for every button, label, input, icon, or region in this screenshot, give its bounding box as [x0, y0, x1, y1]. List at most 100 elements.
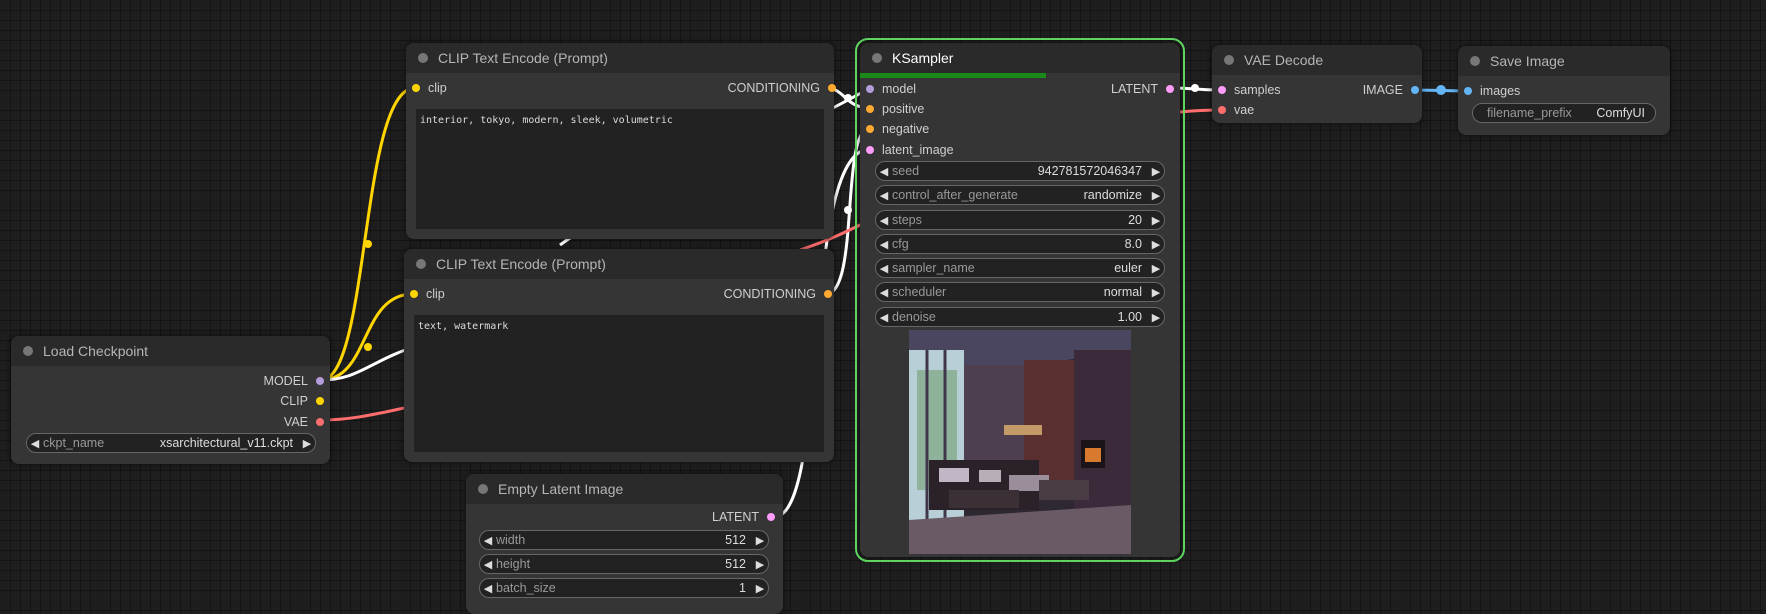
collapse-dot-icon[interactable]: [478, 484, 488, 494]
decrement-arrow-icon[interactable]: ◀: [876, 238, 892, 251]
interior-preview-picture: [909, 330, 1131, 554]
output-dot-icon[interactable]: [316, 418, 324, 426]
node-title-bar[interactable]: CLIP Text Encode (Prompt): [406, 43, 834, 73]
decrement-arrow-icon[interactable]: ◀: [876, 165, 892, 178]
output-dot-icon[interactable]: [316, 397, 324, 405]
filename-prefix-widget[interactable]: filename_prefix ComfyUI: [1472, 103, 1656, 123]
output-dot-icon[interactable]: [316, 377, 324, 385]
ksampler-node[interactable]: KSampler model positive negative latent_…: [855, 38, 1185, 562]
decrement-arrow-icon[interactable]: ◀: [876, 311, 892, 324]
input-dot-icon[interactable]: [410, 290, 418, 298]
node-title-bar[interactable]: Empty Latent Image: [466, 474, 783, 504]
output-dot-icon[interactable]: [767, 513, 775, 521]
empty-latent-image-node[interactable]: Empty Latent Image LATENT ◀ width 512 ▶ …: [466, 474, 783, 614]
increment-arrow-icon[interactable]: ▶: [1148, 214, 1164, 227]
denoise-widget[interactable]: ◀ denoise 1.00 ▶: [875, 307, 1165, 327]
output-dot-icon[interactable]: [824, 290, 832, 298]
decrement-arrow-icon[interactable]: ◀: [876, 189, 892, 202]
node-title: KSampler: [892, 50, 954, 66]
increment-arrow-icon[interactable]: ▶: [1148, 189, 1164, 202]
widget-label: denoise: [892, 310, 936, 324]
collapse-dot-icon[interactable]: [416, 259, 426, 269]
latent-image-input-slot[interactable]: latent_image: [866, 142, 954, 158]
samples-input-slot[interactable]: samples: [1218, 82, 1281, 98]
width-widget[interactable]: ◀ width 512 ▶: [479, 530, 769, 550]
decrement-arrow-icon[interactable]: ◀: [480, 534, 496, 547]
clip-text-encode-positive-node[interactable]: CLIP Text Encode (Prompt) clip CONDITION…: [406, 43, 836, 239]
node-title-bar[interactable]: Load Checkpoint: [11, 336, 330, 366]
widget-value: 512: [725, 533, 746, 547]
height-widget[interactable]: ◀ height 512 ▶: [479, 554, 769, 574]
node-title-bar[interactable]: CLIP Text Encode (Prompt): [404, 249, 834, 279]
increment-arrow-icon[interactable]: ▶: [1148, 238, 1164, 251]
decrement-arrow-icon[interactable]: ◀: [876, 262, 892, 275]
decrement-arrow-icon[interactable]: ◀: [480, 582, 496, 595]
increment-arrow-icon[interactable]: ▶: [1148, 286, 1164, 299]
steps-widget[interactable]: ◀ steps 20 ▶: [875, 210, 1165, 230]
node-title-bar[interactable]: KSampler: [860, 43, 1180, 73]
images-input-slot[interactable]: images: [1464, 83, 1520, 99]
conditioning-output-slot[interactable]: CONDITIONING: [728, 80, 836, 96]
control-after-generate-widget[interactable]: ◀ control_after_generate randomize ▶: [875, 185, 1165, 205]
input-dot-icon[interactable]: [1218, 106, 1226, 114]
vae-input-slot[interactable]: vae: [1218, 102, 1254, 118]
ckpt-name-widget[interactable]: ◀ ckpt_name xsarchitectural_v11.ckpt ▶: [26, 433, 316, 453]
input-dot-icon[interactable]: [866, 146, 874, 154]
load-checkpoint-node[interactable]: Load Checkpoint MODEL CLIP VAE ◀ ckpt_na…: [11, 336, 330, 464]
input-dot-icon[interactable]: [866, 105, 874, 113]
latent-output-slot[interactable]: LATENT: [712, 509, 775, 525]
increment-arrow-icon[interactable]: ▶: [1148, 262, 1164, 275]
decrement-arrow-icon[interactable]: ◀: [876, 286, 892, 299]
sampler-name-widget[interactable]: ◀ sampler_name euler ▶: [875, 258, 1165, 278]
prompt-textarea[interactable]: [414, 315, 824, 452]
decrement-arrow-icon[interactable]: ◀: [27, 437, 43, 450]
input-dot-icon[interactable]: [866, 85, 874, 93]
conditioning-output-slot[interactable]: CONDITIONING: [724, 286, 832, 302]
collapse-dot-icon[interactable]: [1224, 55, 1234, 65]
clip-input-slot[interactable]: clip: [412, 80, 447, 96]
image-output-slot[interactable]: IMAGE: [1363, 82, 1419, 98]
node-title-bar[interactable]: VAE Decode: [1212, 45, 1422, 75]
output-dot-icon[interactable]: [1166, 85, 1174, 93]
collapse-dot-icon[interactable]: [23, 346, 33, 356]
collapse-dot-icon[interactable]: [872, 53, 882, 63]
node-title: Empty Latent Image: [498, 481, 624, 497]
prompt-textarea[interactable]: [416, 109, 824, 229]
increment-arrow-icon[interactable]: ▶: [752, 534, 768, 547]
output-dot-icon[interactable]: [1411, 86, 1419, 94]
increment-arrow-icon[interactable]: ▶: [752, 582, 768, 595]
model-output-slot[interactable]: MODEL: [264, 373, 324, 389]
negative-input-slot[interactable]: negative: [866, 121, 929, 137]
clip-text-encode-negative-node[interactable]: CLIP Text Encode (Prompt) clip CONDITION…: [404, 249, 834, 462]
input-dot-icon[interactable]: [412, 84, 420, 92]
decrement-arrow-icon[interactable]: ◀: [876, 214, 892, 227]
progress-bar: [860, 73, 1170, 78]
increment-arrow-icon[interactable]: ▶: [1148, 165, 1164, 178]
input-dot-icon[interactable]: [866, 125, 874, 133]
increment-arrow-icon[interactable]: ▶: [1148, 311, 1164, 324]
vae-decode-node[interactable]: VAE Decode samples vae IMAGE: [1212, 45, 1422, 123]
slot-label: LATENT: [712, 510, 759, 524]
scheduler-widget[interactable]: ◀ scheduler normal ▶: [875, 282, 1165, 302]
batch-size-widget[interactable]: ◀ batch_size 1 ▶: [479, 578, 769, 598]
increment-arrow-icon[interactable]: ▶: [299, 437, 315, 450]
output-dot-icon[interactable]: [828, 84, 836, 92]
clip-input-slot[interactable]: clip: [410, 286, 445, 302]
cfg-widget[interactable]: ◀ cfg 8.0 ▶: [875, 234, 1165, 254]
input-dot-icon[interactable]: [1218, 86, 1226, 94]
latent-output-slot[interactable]: LATENT: [1111, 81, 1174, 97]
node-title-bar[interactable]: Save Image: [1458, 46, 1670, 76]
positive-input-slot[interactable]: positive: [866, 101, 924, 117]
decrement-arrow-icon[interactable]: ◀: [480, 558, 496, 571]
collapse-dot-icon[interactable]: [1470, 56, 1480, 66]
increment-arrow-icon[interactable]: ▶: [752, 558, 768, 571]
widget-label: sampler_name: [892, 261, 975, 275]
input-dot-icon[interactable]: [1464, 87, 1472, 95]
collapse-dot-icon[interactable]: [418, 53, 428, 63]
seed-widget[interactable]: ◀ seed 942781572046347 ▶: [875, 161, 1165, 181]
save-image-node[interactable]: Save Image images filename_prefix ComfyU…: [1458, 46, 1670, 135]
vae-output-slot[interactable]: VAE: [284, 414, 324, 430]
model-input-slot[interactable]: model: [866, 81, 916, 97]
node-title: VAE Decode: [1244, 52, 1324, 68]
clip-output-slot[interactable]: CLIP: [280, 393, 324, 409]
